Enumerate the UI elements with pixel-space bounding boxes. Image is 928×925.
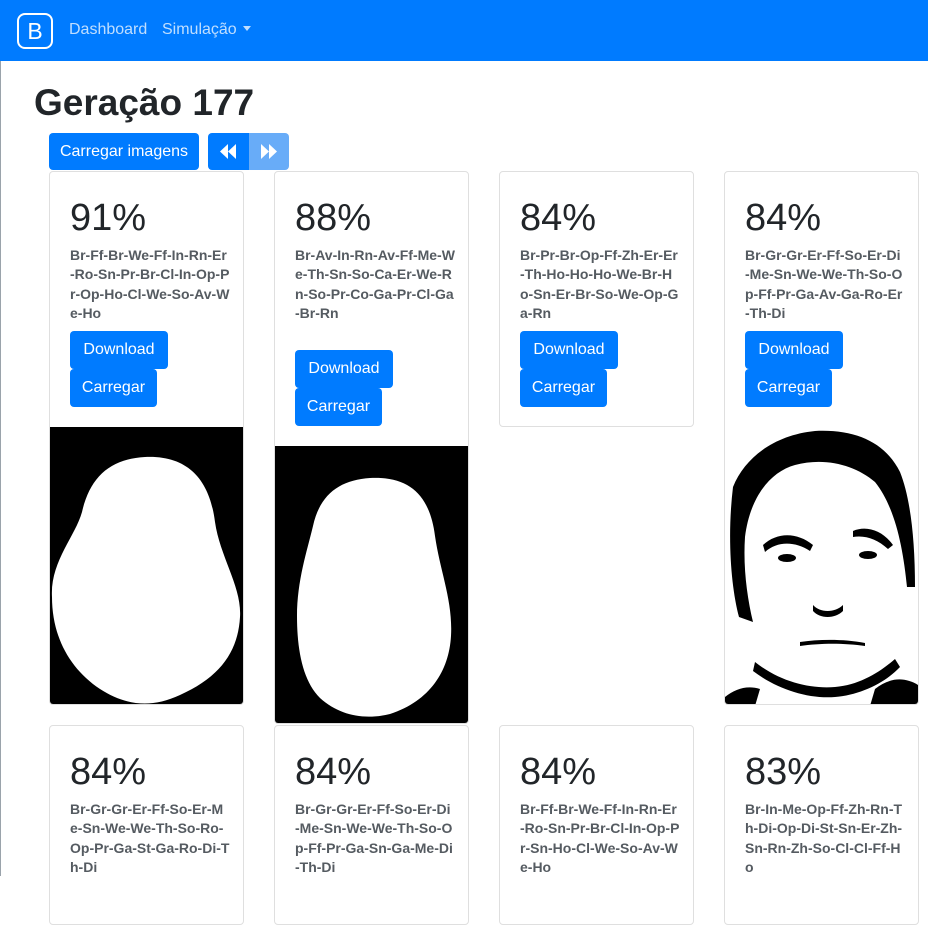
generation-nav-group (208, 133, 289, 170)
genome-sequence: Br-Pr-Br-Op-Ff-Zh-Er-Er-Th-Ho-Ho-Ho-We-B… (520, 247, 679, 321)
navbar: B Dashboard Simulação (0, 0, 928, 61)
fast-forward-icon (261, 144, 277, 159)
genome-sequence: Br-Ff-Br-We-Ff-In-Rn-Er-Ro-Sn-Pr-Br-Cl-I… (70, 247, 230, 321)
individual-card: 91% Br-Ff-Br-We-Ff-In-Rn-Er-Ro-Sn-Pr-Br-… (49, 171, 244, 705)
face-mask-image (275, 446, 468, 723)
window-edge (0, 61, 1, 876)
individual-card: 84% Br-Ff-Br-We-Ff-In-Rn-Er-Ro-Sn-Pr-Br-… (499, 725, 694, 925)
brand-logo[interactable]: B (17, 13, 53, 49)
genome-sequence: Br-Gr-Gr-Er-Ff-So-Er-Me-Sn-We-We-Th-So-R… (70, 801, 230, 875)
previous-generation-button[interactable] (208, 133, 249, 170)
nav-dashboard[interactable]: Dashboard (69, 20, 147, 40)
nav-simulacao-label: Simulação (162, 21, 237, 38)
fitness-score: 84% (70, 751, 147, 793)
individual-card: 84% Br-Gr-Gr-Er-Ff-So-Er-Di-Me-Sn-We-We-… (724, 171, 919, 705)
genome-sequence: Br-Av-In-Rn-Av-Ff-Me-We-Th-Sn-So-Ca-Er-W… (295, 247, 455, 321)
fitness-score: 84% (745, 197, 822, 239)
page-title: Geração 177 (34, 82, 255, 123)
chevron-down-icon (242, 26, 251, 31)
fitness-score: 84% (520, 197, 597, 239)
load-images-button[interactable]: Carregar imagens (49, 133, 199, 170)
load-button[interactable]: Carregar (70, 369, 157, 407)
genome-sequence: Br-Gr-Gr-Er-Ff-So-Er-Di-Me-Sn-We-We-Th-S… (295, 801, 453, 875)
next-generation-button[interactable] (249, 133, 289, 170)
genome-sequence: Br-In-Me-Op-Ff-Zh-Rn-Th-Di-Op-Di-St-Sn-E… (745, 801, 903, 875)
genome-sequence: Br-Gr-Gr-Er-Ff-So-Er-Di-Me-Sn-We-We-Th-S… (745, 247, 903, 321)
fitness-score: 83% (745, 751, 822, 793)
fitness-score: 91% (70, 197, 147, 239)
download-button[interactable]: Download (745, 331, 843, 369)
face-photo-image (725, 427, 918, 704)
individual-card: 84% Br-Gr-Gr-Er-Ff-So-Er-Di-Me-Sn-We-We-… (274, 725, 469, 925)
individual-card: 83% Br-In-Me-Op-Ff-Zh-Rn-Th-Di-Op-Di-St-… (724, 725, 919, 925)
individual-card: 88% Br-Av-In-Rn-Av-Ff-Me-We-Th-Sn-So-Ca-… (274, 171, 469, 724)
individual-card: 84% Br-Gr-Gr-Er-Ff-So-Er-Me-Sn-We-We-Th-… (49, 725, 244, 925)
load-button[interactable]: Carregar (745, 369, 832, 407)
download-button[interactable]: Download (520, 331, 618, 369)
genome-sequence: Br-Ff-Br-We-Ff-In-Rn-Er-Ro-Sn-Pr-Br-Cl-I… (520, 801, 680, 875)
nav-simulacao-dropdown[interactable]: Simulação (162, 20, 251, 40)
download-button[interactable]: Download (295, 350, 393, 388)
fitness-score: 84% (295, 751, 372, 793)
load-button[interactable]: Carregar (295, 388, 382, 426)
individual-card: 84% Br-Pr-Br-Op-Ff-Zh-Er-Er-Th-Ho-Ho-Ho-… (499, 171, 694, 427)
fitness-score: 88% (295, 197, 372, 239)
load-button[interactable]: Carregar (520, 369, 607, 407)
fitness-score: 84% (520, 751, 597, 793)
fast-backward-icon (220, 144, 236, 159)
face-mask-image (50, 427, 243, 704)
download-button[interactable]: Download (70, 331, 168, 369)
